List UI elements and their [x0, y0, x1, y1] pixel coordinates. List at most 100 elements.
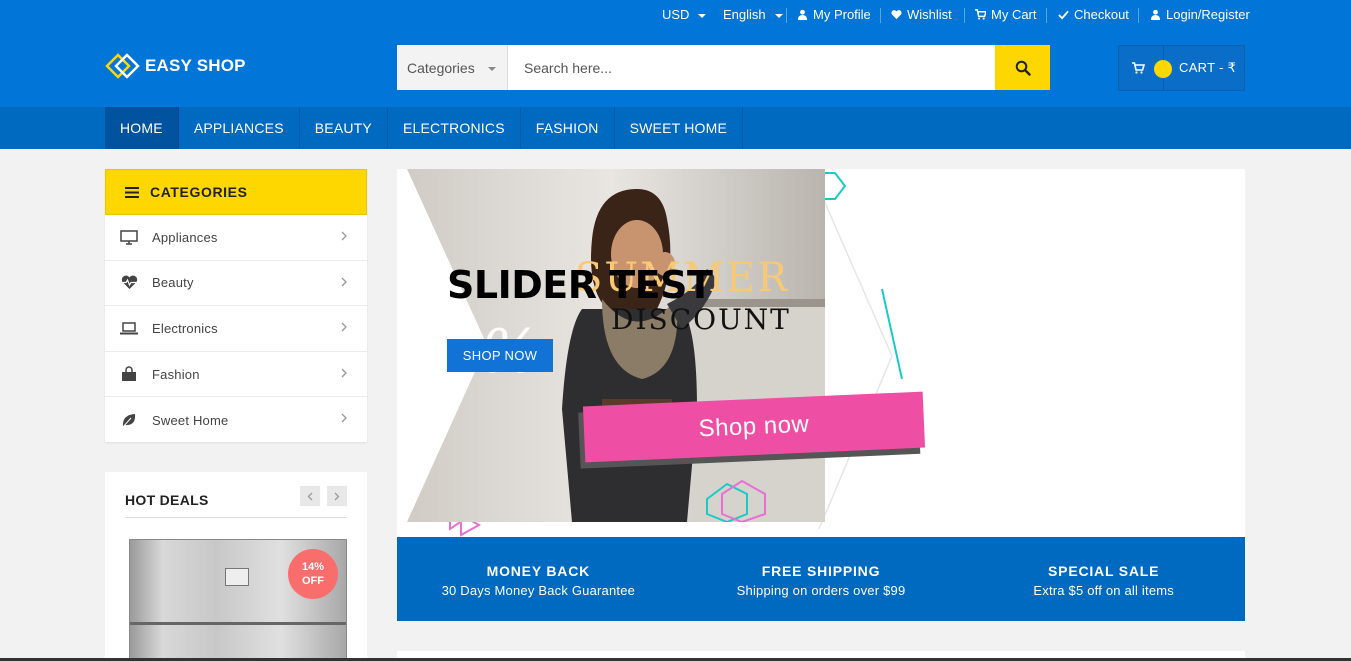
currency-selector[interactable]: USD [662, 7, 707, 22]
cart-button[interactable]: CART - ₹ [1118, 45, 1245, 91]
category-item-beauty[interactable]: Beauty [105, 261, 367, 307]
logo-diamond-icon [105, 53, 140, 79]
search-category-label: Categories [407, 59, 475, 76]
feature-free-shipping: FREE SHIPPING Shipping on orders over $9… [680, 537, 963, 621]
divider [1138, 8, 1139, 23]
menu-icon [125, 186, 139, 198]
fridge-door-line [130, 622, 346, 625]
checkout-label: Checkout [1074, 7, 1129, 22]
wishlist-link[interactable]: Wishlist [891, 7, 952, 22]
cart-icon-box [1119, 46, 1172, 90]
search-button[interactable] [995, 45, 1050, 90]
top-bar: USD English My Profile Wishlist My Cart … [0, 0, 1351, 32]
header: USD English My Profile Wishlist My Cart … [0, 0, 1351, 107]
feature-title: SPECIAL SALE [1048, 563, 1160, 579]
category-label: Fashion [152, 366, 200, 382]
category-item-appliances[interactable]: Appliances [105, 215, 367, 261]
chevron-down-icon [698, 13, 707, 18]
search-category-select[interactable]: Categories [397, 45, 508, 90]
divider [786, 8, 787, 23]
search-icon [1015, 60, 1031, 76]
categories-panel: CATEGORIES Appliances Beauty Electronics… [105, 169, 367, 442]
hero-slider[interactable]: SUMMER DISCOUNT 75% SLIDER TEST SHOP NOW… [397, 169, 1245, 537]
category-item-electronics[interactable]: Electronics [105, 306, 367, 352]
divider [964, 8, 965, 23]
hot-deals-title: HOT DEALS [125, 492, 209, 508]
cart-icon [1132, 62, 1145, 74]
category-label: Electronics [152, 320, 218, 336]
shopping-bag-icon [119, 364, 139, 384]
login-register-link[interactable]: Login/Register [1150, 7, 1250, 22]
slider-discount-text: DISCOUNT [611, 303, 791, 336]
search-input[interactable] [508, 45, 995, 90]
heart-icon [891, 10, 902, 20]
chevron-right-icon [341, 368, 347, 378]
discount-badge-off: OFF [302, 575, 324, 587]
my-profile-label: My Profile [813, 7, 871, 22]
chevron-down-icon [774, 13, 783, 18]
user-icon [797, 9, 808, 20]
nav-item-electronics[interactable]: ELECTRONICS [388, 107, 521, 149]
leaf-icon [119, 410, 139, 430]
checkout-link[interactable]: Checkout [1058, 7, 1129, 22]
nav-item-beauty[interactable]: BEAUTY [300, 107, 388, 149]
currency-label: USD [662, 7, 690, 22]
deals-next-button[interactable] [327, 486, 347, 506]
search-bar: Categories [397, 45, 1050, 90]
feature-special-sale: SPECIAL SALE Extra $5 off on all items [962, 537, 1245, 621]
chevron-right-icon [341, 322, 347, 332]
login-register-label: Login/Register [1166, 7, 1250, 22]
wishlist-label: Wishlist [907, 7, 952, 22]
laptop-icon [119, 318, 139, 338]
category-item-sweet-home[interactable]: Sweet Home [105, 397, 367, 443]
nav-item-appliances[interactable]: APPLIANCES [179, 107, 300, 149]
discount-badge: 14% OFF [288, 549, 338, 599]
heart-pulse-icon [119, 273, 139, 293]
check-icon [1058, 10, 1069, 20]
fridge-display [225, 568, 249, 586]
main-nav: HOME APPLIANCES BEAUTY ELECTRONICS FASHI… [0, 107, 1351, 149]
nav-item-home[interactable]: HOME [105, 107, 179, 149]
deals-prev-button[interactable] [300, 486, 320, 506]
feature-subtitle: Extra $5 off on all items [1033, 583, 1174, 598]
category-label: Appliances [152, 229, 218, 245]
chevron-right-icon [341, 413, 347, 423]
feature-title: MONEY BACK [486, 563, 591, 579]
monitor-icon [119, 227, 139, 247]
category-item-fashion[interactable]: Fashion [105, 352, 367, 398]
cart-label: CART - ₹ [1179, 60, 1237, 75]
nav-item-sweet-home[interactable]: SWEET HOME [615, 107, 744, 149]
white-chevron-shape [818, 188, 893, 530]
chevron-right-icon [341, 231, 347, 241]
my-profile-link[interactable]: My Profile [797, 7, 871, 22]
brand-name: EASY SHOP [145, 56, 246, 75]
chevron-right-icon [341, 277, 347, 287]
divider [880, 8, 881, 23]
category-label: Beauty [152, 275, 194, 291]
user-icon [1150, 9, 1161, 20]
category-label: Sweet Home [152, 412, 229, 428]
chevron-right-icon [334, 492, 340, 500]
slider-title: SLIDER TEST [447, 263, 713, 307]
cart-icon [975, 9, 986, 20]
features-bar: MONEY BACK 30 Days Money Back Guarantee … [397, 537, 1245, 621]
language-label: English [723, 7, 766, 22]
shop-now-button[interactable]: SHOP NOW [447, 339, 553, 372]
logo[interactable]: EASY SHOP [105, 53, 246, 79]
discount-badge-percent: 14% [301, 561, 325, 573]
hot-deals-panel: HOT DEALS 14% OFF [105, 472, 367, 661]
cart-count-badge [1154, 60, 1172, 78]
chevron-down-icon [488, 66, 496, 71]
feature-subtitle: Shipping on orders over $99 [736, 583, 906, 598]
nav-item-fashion[interactable]: FASHION [521, 107, 615, 149]
divider [125, 517, 347, 518]
divider [1046, 8, 1047, 23]
my-cart-link[interactable]: My Cart [975, 7, 1037, 22]
categories-header[interactable]: CATEGORIES [105, 169, 367, 215]
feature-subtitle: 30 Days Money Back Guarantee [441, 583, 636, 598]
chevron-left-icon [307, 492, 313, 500]
feature-money-back: MONEY BACK 30 Days Money Back Guarantee [397, 537, 680, 621]
categories-title: CATEGORIES [150, 184, 248, 200]
language-selector[interactable]: English [723, 7, 783, 22]
my-cart-label: My Cart [991, 7, 1037, 22]
